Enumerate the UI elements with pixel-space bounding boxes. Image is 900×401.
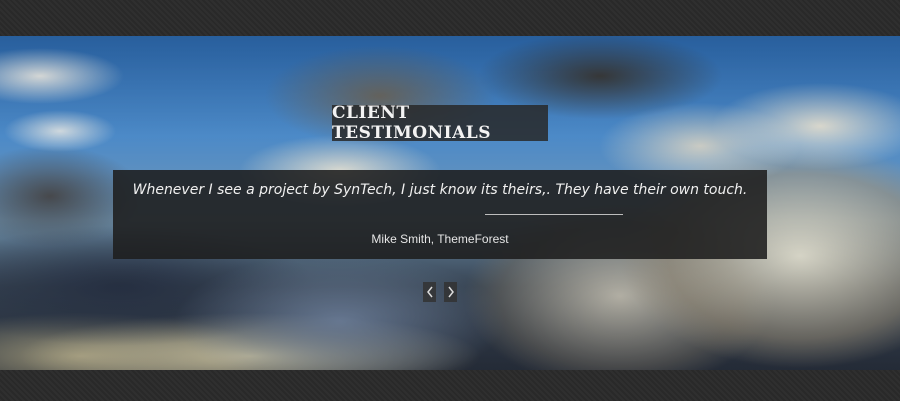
section-title-box: CLIENT TESTIMONIALS (332, 103, 548, 143)
slider-prev-button[interactable] (423, 282, 436, 302)
slider-next-button[interactable] (444, 282, 457, 302)
chevron-right-icon (447, 286, 454, 298)
testimonial-card: Whenever I see a project by SynTech, I j… (113, 170, 767, 259)
testimonial-divider (485, 214, 623, 215)
testimonial-quote: Whenever I see a project by SynTech, I j… (132, 182, 748, 198)
page: CLIENT TESTIMONIALS Whenever I see a pro… (0, 0, 900, 401)
testimonial-author: Mike Smith, ThemeForest (371, 232, 509, 246)
section-title: CLIENT TESTIMONIALS (332, 103, 492, 143)
chevron-left-icon (426, 286, 433, 298)
